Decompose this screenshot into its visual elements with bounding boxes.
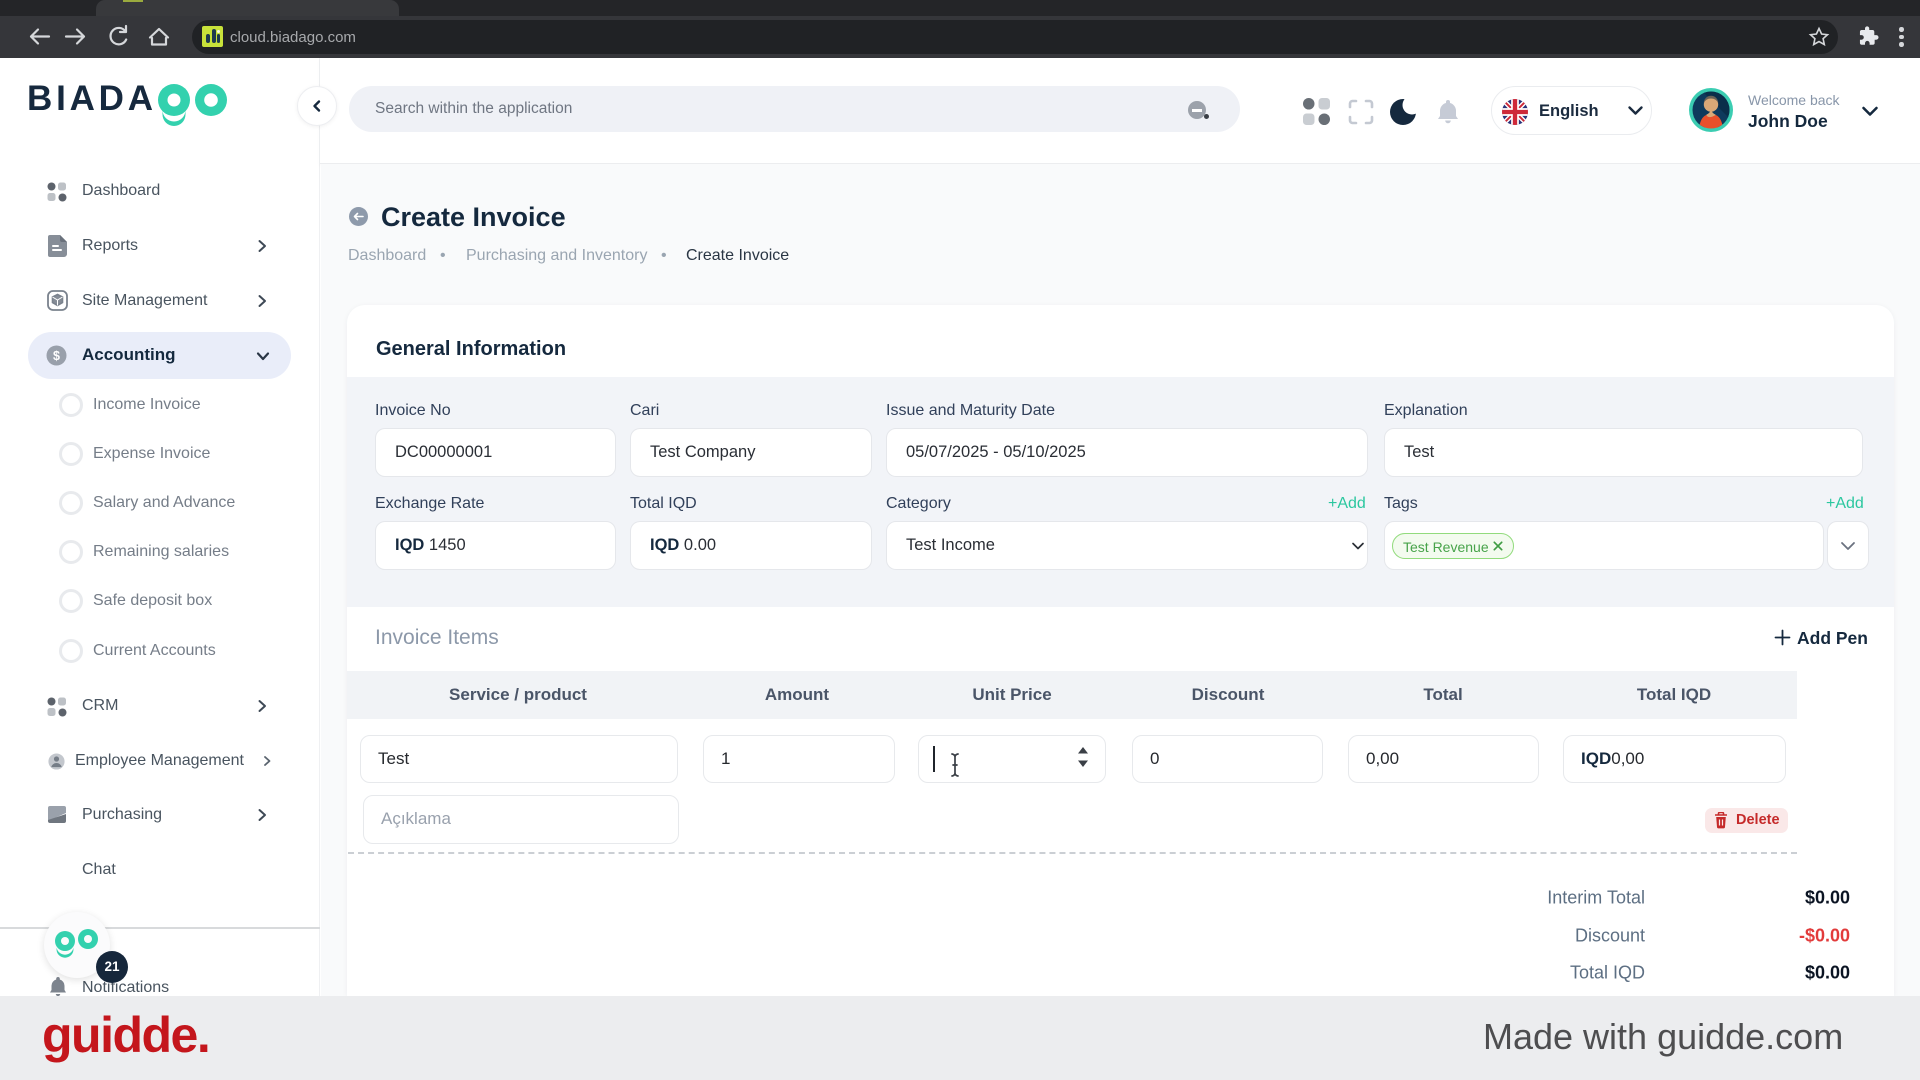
svg-text:$: $: [53, 349, 60, 363]
